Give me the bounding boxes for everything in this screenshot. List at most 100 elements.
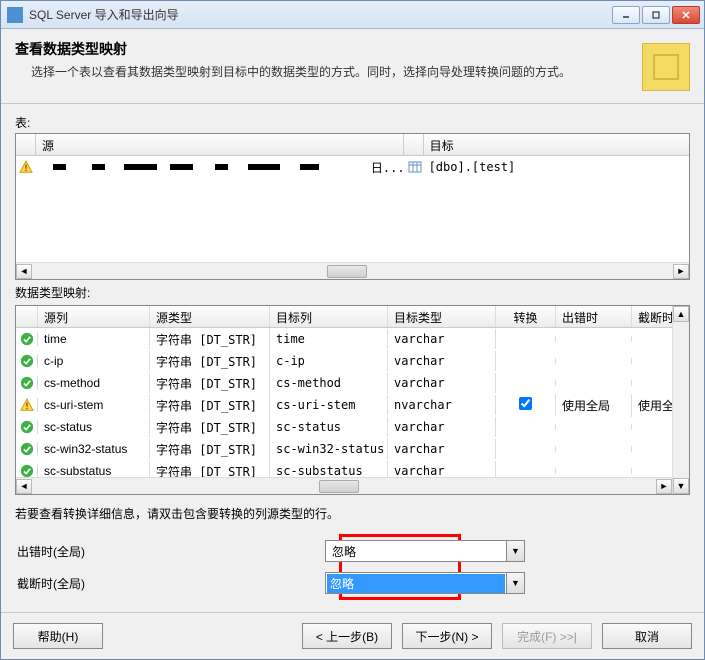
source-column-cell: cs-method — [38, 373, 150, 393]
mapping-row[interactable]: sc-win32-status字符串 [DT_STR]sc-win32-stat… — [16, 438, 672, 460]
target-type-cell: varchar — [388, 329, 496, 349]
target-column-cell: cs-uri-stem — [270, 395, 388, 415]
convert-cell — [496, 336, 556, 342]
convert-cell — [496, 358, 556, 364]
convert-checkbox[interactable] — [519, 397, 532, 410]
warning-icon — [16, 398, 38, 412]
tables-hscroll[interactable]: ◄ ► — [16, 262, 689, 279]
col-source-column[interactable]: 源列 — [38, 306, 150, 327]
on-error-cell — [556, 468, 632, 474]
mapping-row[interactable]: cs-method字符串 [DT_STR]cs-methodvarchar — [16, 372, 672, 394]
mapping-row[interactable]: c-ip字符串 [DT_STR]c-ipvarchar — [16, 350, 672, 372]
help-button[interactable]: 帮助(H) — [13, 623, 103, 649]
col-on-error[interactable]: 出错时 — [556, 306, 632, 327]
mapping-row[interactable]: sc-status字符串 [DT_STR]sc-statusvarchar — [16, 416, 672, 438]
minimize-button[interactable] — [612, 6, 640, 24]
tables-row[interactable]: 日... [dbo].[test] — [16, 156, 689, 178]
on-error-cell — [556, 424, 632, 430]
mapping-vscroll[interactable]: ▲ ▼ — [672, 306, 689, 494]
next-button[interactable]: 下一步(N) > — [402, 623, 492, 649]
target-type-cell: varchar — [388, 373, 496, 393]
global-settings: 出错时(全局) 忽略 ▼ 截断时(全局) 忽略 ▼ — [15, 540, 690, 604]
mapping-pane: 源列 源类型 目标列 目标类型 转换 出错时 截断时 time字符串 [DT_S… — [15, 305, 690, 495]
finish-button: 完成(F) >>| — [502, 623, 592, 649]
mapping-header: 源列 源类型 目标列 目标类型 转换 出错时 截断时 — [16, 306, 672, 328]
table-icon — [408, 160, 422, 174]
target-column-cell: time — [270, 329, 388, 349]
info-note: 若要查看转换详细信息，请双击包含要转换的列源类型的行。 — [15, 505, 690, 522]
on-error-cell: 使用全局 — [556, 394, 632, 417]
col-target-column[interactable]: 目标列 — [270, 306, 388, 327]
scroll-right-icon[interactable]: ► — [673, 264, 689, 279]
wizard-window: SQL Server 导入和导出向导 查看数据类型映射 选择一个表以查看其数据类… — [0, 0, 705, 660]
source-type-cell: 字符串 [DT_STR] — [150, 328, 270, 351]
back-button[interactable]: < 上一步(B) — [302, 623, 392, 649]
target-type-cell: varchar — [388, 351, 496, 371]
scroll-thumb[interactable] — [319, 480, 359, 493]
on-trunc-global-label: 截断时(全局) — [15, 575, 325, 592]
scroll-left-icon[interactable]: ◄ — [16, 264, 32, 279]
source-column-cell: cs-uri-stem — [38, 395, 150, 415]
target-type-cell: varchar — [388, 461, 496, 477]
on-trunc-cell — [632, 358, 672, 364]
ok-icon — [16, 376, 38, 390]
convert-cell[interactable] — [496, 394, 556, 416]
source-type-cell: 字符串 [DT_STR] — [150, 394, 270, 417]
tables-header: 源 目标 — [16, 134, 689, 156]
on-error-global-value: 忽略 — [326, 543, 506, 560]
tables-label: 表: — [15, 114, 690, 131]
ok-icon — [16, 354, 38, 368]
wizard-badge-icon — [642, 43, 690, 91]
source-type-cell: 字符串 [DT_STR] — [150, 460, 270, 478]
tables-pane: 源 目标 日... — [15, 133, 690, 280]
on-error-cell — [556, 380, 632, 386]
cancel-button[interactable]: 取消 — [602, 623, 692, 649]
chevron-down-icon[interactable]: ▼ — [506, 573, 524, 593]
wizard-footer: 帮助(H) < 上一步(B) 下一步(N) > 完成(F) >>| 取消 — [1, 612, 704, 659]
source-column-cell: c-ip — [38, 351, 150, 371]
page-header: 查看数据类型映射 选择一个表以查看其数据类型映射到目标中的数据类型的方式。同时，… — [1, 29, 704, 104]
on-trunc-global-dropdown[interactable]: 忽略 ▼ — [325, 572, 525, 594]
mapping-label: 数据类型映射: — [15, 284, 690, 301]
on-trunc-cell — [632, 336, 672, 342]
close-button[interactable] — [672, 6, 700, 24]
mapping-row[interactable]: sc-substatus字符串 [DT_STR]sc-substatusvarc… — [16, 460, 672, 477]
maximize-button[interactable] — [642, 6, 670, 24]
target-column-cell: sc-win32-status — [270, 439, 388, 459]
on-trunc-cell — [632, 446, 672, 452]
chevron-down-icon[interactable]: ▼ — [506, 541, 524, 561]
on-error-global-dropdown[interactable]: 忽略 ▼ — [325, 540, 525, 562]
warning-icon — [19, 160, 33, 174]
window-title: SQL Server 导入和导出向导 — [29, 6, 612, 23]
obscured-source-path — [40, 161, 365, 173]
mapping-row[interactable]: time字符串 [DT_STR]timevarchar — [16, 328, 672, 350]
page-subtitle: 选择一个表以查看其数据类型映射到目标中的数据类型的方式。同时，选择向导处理转换问… — [15, 63, 642, 80]
convert-cell — [496, 468, 556, 474]
col-source-type[interactable]: 源类型 — [150, 306, 270, 327]
scroll-up-icon[interactable]: ▲ — [673, 306, 689, 322]
tables-col-source[interactable]: 源 — [36, 134, 404, 155]
col-convert[interactable]: 转换 — [496, 306, 556, 327]
scroll-left-icon[interactable]: ◄ — [16, 479, 32, 494]
on-error-cell — [556, 358, 632, 364]
on-trunc-cell: 使用全 — [632, 394, 672, 417]
scroll-down-icon[interactable]: ▼ — [673, 478, 689, 494]
scroll-right-icon[interactable]: ► — [656, 479, 672, 494]
page-title: 查看数据类型映射 — [15, 39, 642, 59]
mapping-body: time字符串 [DT_STR]timevarcharc-ip字符串 [DT_S… — [16, 328, 672, 477]
tables-col-target[interactable]: 目标 — [424, 134, 689, 155]
on-error-cell — [556, 446, 632, 452]
source-column-cell: sc-substatus — [38, 461, 150, 477]
app-icon — [7, 7, 23, 23]
ok-icon — [16, 442, 38, 456]
target-column-cell: cs-method — [270, 373, 388, 393]
source-column-cell: sc-status — [38, 417, 150, 437]
mapping-row[interactable]: cs-uri-stem字符串 [DT_STR]cs-uri-stemnvarch… — [16, 394, 672, 416]
mapping-hscroll[interactable]: ◄ ► — [16, 477, 672, 494]
target-column-cell: c-ip — [270, 351, 388, 371]
source-column-cell: sc-win32-status — [38, 439, 150, 459]
col-on-trunc[interactable]: 截断时 — [632, 306, 672, 327]
target-table-name: [dbo].[test] — [425, 160, 689, 174]
scroll-thumb[interactable] — [327, 265, 367, 278]
col-target-type[interactable]: 目标类型 — [388, 306, 496, 327]
